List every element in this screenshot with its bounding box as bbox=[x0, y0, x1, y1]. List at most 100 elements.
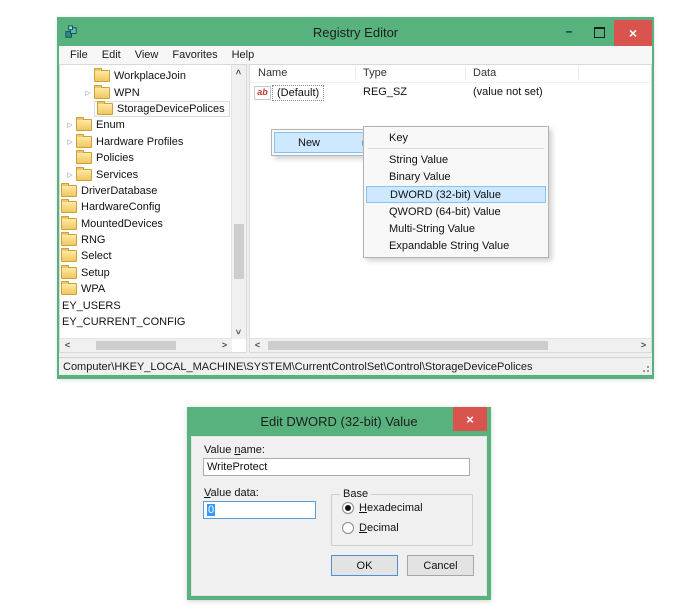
folder-icon bbox=[61, 232, 77, 247]
value-data-field[interactable]: 0 bbox=[203, 501, 316, 519]
tree-item[interactable]: WPA bbox=[60, 281, 231, 297]
scroll-up-icon[interactable]: > bbox=[233, 66, 245, 79]
scrollbar-thumb[interactable] bbox=[268, 341, 548, 350]
tree-item-selected[interactable]: StorageDevicePolices bbox=[60, 100, 231, 117]
submenu-item-key[interactable]: Key bbox=[366, 129, 546, 146]
page-canvas: Registry Editor – × File Edit View Favor… bbox=[0, 0, 700, 610]
tree-item[interactable]: ▷ Services bbox=[60, 166, 231, 182]
tree-horizontal-scrollbar[interactable]: < > bbox=[60, 338, 232, 352]
tree-item-label: EY_USERS bbox=[62, 299, 121, 312]
expander-icon[interactable]: ▷ bbox=[82, 89, 94, 97]
folder-icon bbox=[61, 215, 77, 230]
dialog-title: Edit DWORD (32-bit) Value bbox=[260, 414, 418, 429]
radio-selected-icon[interactable] bbox=[342, 502, 354, 514]
close-button[interactable]: × bbox=[614, 19, 652, 46]
registry-editor-icon bbox=[65, 25, 77, 38]
folder-icon bbox=[61, 182, 77, 197]
folder-icon bbox=[94, 68, 110, 83]
tree-item[interactable]: Select bbox=[60, 248, 231, 264]
submenu-item-string-value[interactable]: String Value bbox=[366, 151, 546, 168]
tree-item-label: Select bbox=[81, 250, 112, 263]
value-name-cell[interactable]: (Default) bbox=[272, 85, 325, 101]
base-group-box: Base Hexadecimal Decimal bbox=[331, 488, 473, 546]
value-name-label: Value name: bbox=[204, 444, 265, 456]
tree-item-label: RNG bbox=[81, 234, 106, 247]
tree-item[interactable]: WorkplaceJoin bbox=[60, 68, 231, 84]
tree-item-label: WorkplaceJoin bbox=[114, 70, 186, 83]
tree-item[interactable]: DriverDatabase bbox=[60, 182, 231, 199]
scroll-right-icon[interactable]: > bbox=[218, 339, 231, 351]
scrollbar-thumb[interactable] bbox=[96, 341, 176, 350]
decimal-radio[interactable]: Decimal bbox=[342, 522, 399, 534]
cancel-button[interactable]: Cancel bbox=[407, 555, 474, 576]
tree-item[interactable]: MountedDevices bbox=[60, 215, 231, 232]
folder-icon bbox=[76, 166, 92, 181]
tree-item-label: DriverDatabase bbox=[81, 184, 158, 197]
tree-vertical-scrollbar[interactable]: > > bbox=[231, 65, 246, 339]
scroll-right-icon[interactable]: > bbox=[637, 339, 650, 351]
menu-bar: File Edit View Favorites Help bbox=[59, 46, 652, 65]
tree-item[interactable]: ▷ Hardware Profiles bbox=[60, 133, 231, 150]
close-icon: × bbox=[466, 411, 474, 427]
folder-icon bbox=[61, 199, 77, 214]
folder-icon bbox=[76, 133, 92, 148]
new-submenu: Key String Value Binary Value DWORD (32-… bbox=[363, 126, 549, 259]
submenu-item-multi-string-value[interactable]: Multi-String Value bbox=[366, 220, 546, 237]
expander-icon[interactable]: ▷ bbox=[64, 121, 76, 129]
submenu-item-expandable-string-value[interactable]: Expandable String Value bbox=[366, 238, 546, 255]
submenu-item-qword-value[interactable]: QWORD (64-bit) Value bbox=[366, 203, 546, 220]
value-type-cell: REG_SZ bbox=[363, 86, 408, 98]
tree-item-label: Setup bbox=[81, 266, 110, 279]
hexadecimal-radio[interactable]: Hexadecimal bbox=[342, 502, 423, 514]
tree-item[interactable]: ▷ Enum bbox=[60, 117, 231, 133]
folder-icon bbox=[94, 84, 110, 99]
folder-icon bbox=[97, 100, 113, 115]
tree-item[interactable]: RNG bbox=[60, 232, 231, 248]
column-header-name[interactable]: Name bbox=[258, 67, 287, 79]
expander-icon[interactable]: ▷ bbox=[64, 138, 76, 146]
list-horizontal-scrollbar[interactable]: < > bbox=[250, 338, 651, 352]
menu-help[interactable]: Help bbox=[225, 46, 262, 64]
tree-item-label: EY_CURRENT_CONFIG bbox=[62, 316, 186, 329]
resize-grip[interactable] bbox=[647, 370, 649, 372]
column-divider[interactable] bbox=[355, 67, 356, 80]
main-area: WorkplaceJoin ▷ WPN StorageDevicePolices … bbox=[59, 64, 652, 353]
submenu-item-binary-value[interactable]: Binary Value bbox=[366, 169, 546, 186]
title-bar[interactable]: Registry Editor – × bbox=[59, 19, 652, 46]
tree-item[interactable]: Setup bbox=[60, 264, 231, 281]
dialog-close-button[interactable]: × bbox=[453, 407, 487, 431]
value-row-default[interactable]: ab (Default) REG_SZ (value not set) bbox=[250, 85, 651, 101]
dialog-title-bar[interactable]: Edit DWORD (32-bit) Value × bbox=[187, 407, 491, 436]
column-divider[interactable] bbox=[578, 67, 579, 80]
context-menu-item-new[interactable]: New ▶ bbox=[274, 132, 374, 153]
menu-file[interactable]: File bbox=[63, 46, 95, 64]
menu-view[interactable]: View bbox=[128, 46, 166, 64]
hexadecimal-label: Hexadecimal bbox=[359, 502, 423, 514]
expander-icon[interactable]: ▷ bbox=[64, 171, 76, 179]
column-header-type[interactable]: Type bbox=[363, 67, 387, 79]
minimize-button[interactable]: – bbox=[554, 20, 584, 46]
tree-item[interactable]: EY_USERS bbox=[60, 297, 231, 313]
ok-button[interactable]: OK bbox=[331, 555, 398, 576]
scroll-left-icon[interactable]: < bbox=[61, 339, 74, 351]
radio-unselected-icon[interactable] bbox=[342, 522, 354, 534]
value-name-field[interactable]: WriteProtect bbox=[203, 458, 470, 476]
tree-item[interactable]: Policies bbox=[60, 150, 231, 166]
submenu-item-dword-value[interactable]: DWORD (32-bit) Value bbox=[366, 185, 546, 204]
column-divider[interactable] bbox=[465, 67, 466, 80]
value-data-label: Value data: bbox=[204, 487, 259, 499]
scroll-left-icon[interactable]: < bbox=[251, 339, 264, 351]
selected-text: 0 bbox=[207, 504, 216, 516]
list-header: Name Type Data bbox=[250, 65, 651, 83]
menu-edit[interactable]: Edit bbox=[95, 46, 128, 64]
tree-item[interactable]: EY_CURRENT_CONFIG bbox=[60, 314, 231, 330]
tree-item[interactable]: ▷ WPN bbox=[60, 84, 231, 100]
tree-item[interactable]: HardwareConfig bbox=[60, 199, 231, 215]
maximize-button[interactable] bbox=[584, 20, 614, 46]
tree-item-label: Services bbox=[96, 168, 139, 181]
scrollbar-thumb[interactable] bbox=[234, 223, 244, 279]
column-header-data[interactable]: Data bbox=[473, 67, 496, 79]
scroll-down-icon[interactable]: > bbox=[233, 326, 245, 339]
context-menu: New ▶ bbox=[271, 129, 377, 156]
menu-favorites[interactable]: Favorites bbox=[165, 46, 224, 64]
